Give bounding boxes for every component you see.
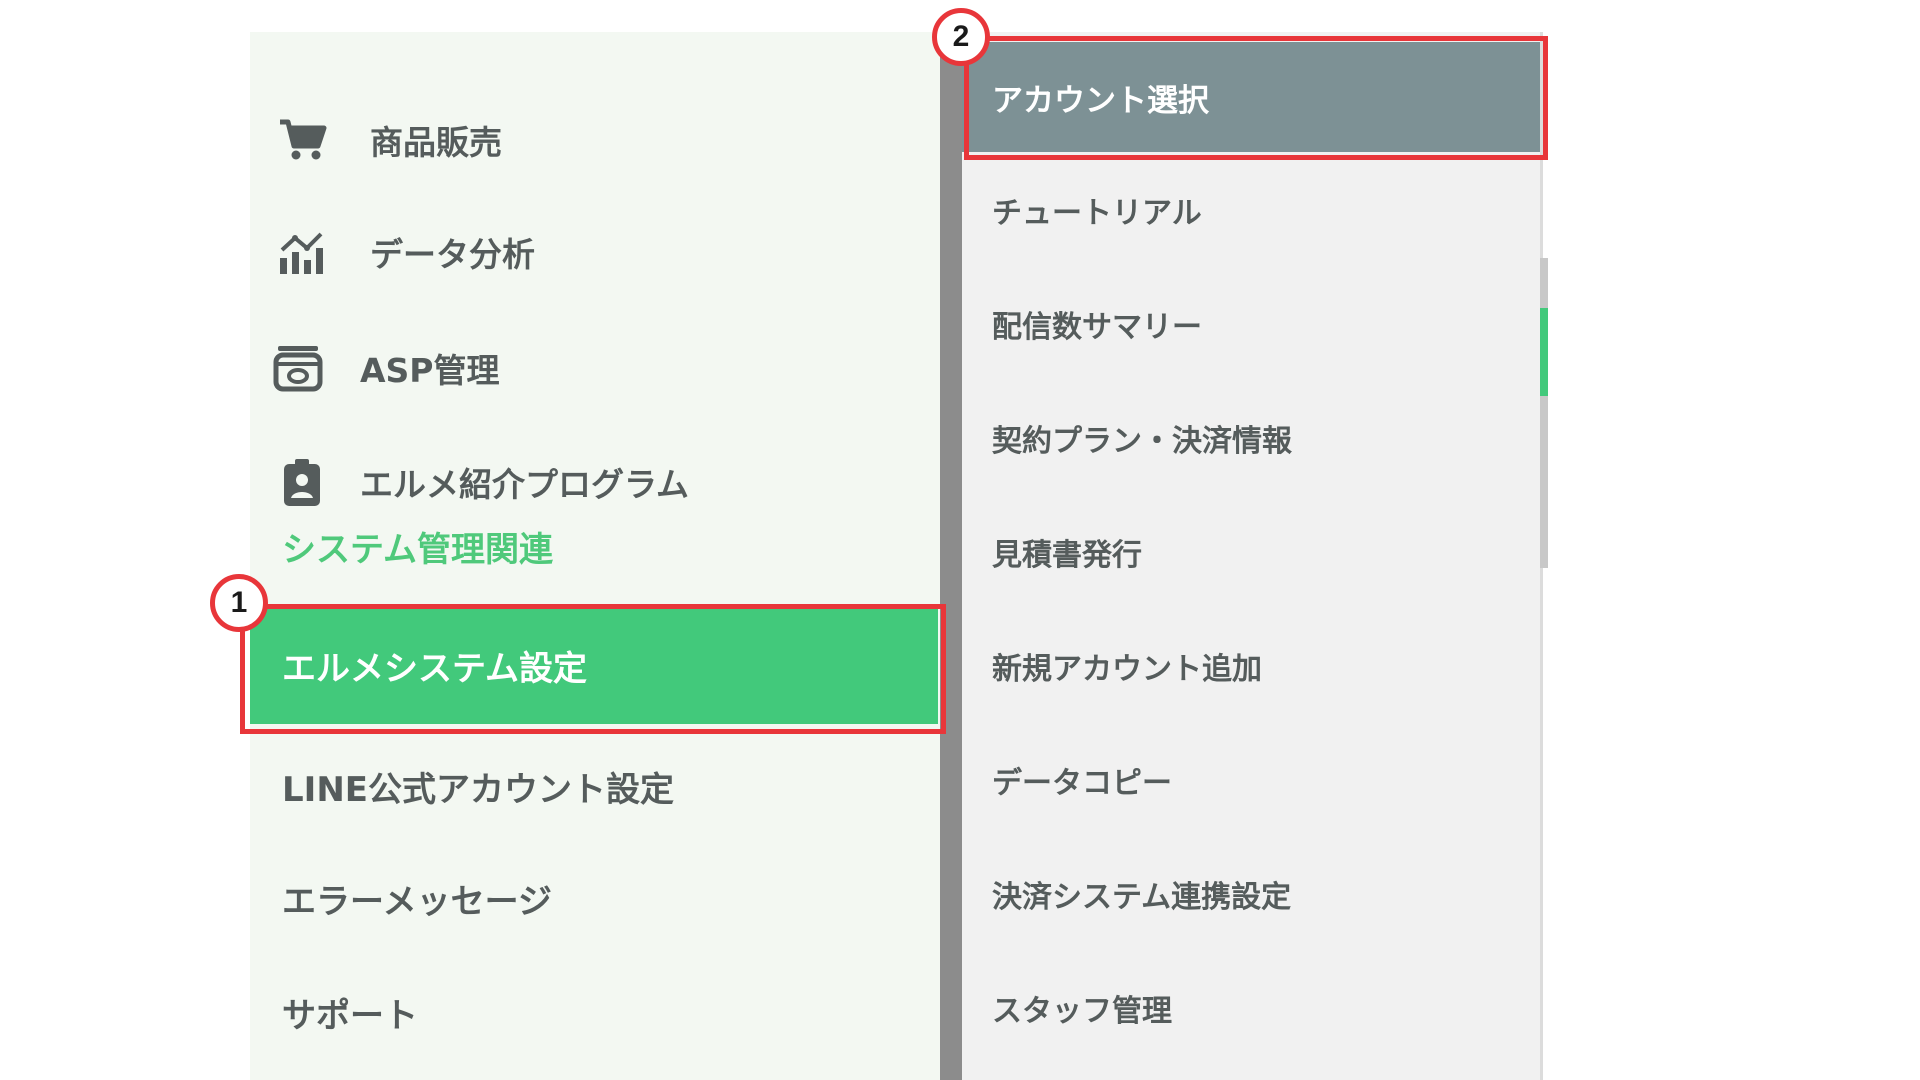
submenu-item-payment-integration[interactable]: 決済システム連携設定 [992, 854, 1291, 934]
section-label-system-management: システム管理関連 [282, 530, 553, 570]
submenu-item-add-account[interactable]: 新規アカウント追加 [992, 626, 1262, 706]
panel-divider [940, 32, 962, 1080]
badge-person-icon [274, 454, 330, 510]
submenu-item-staff-management[interactable]: スタッフ管理 [992, 968, 1172, 1048]
background-panel-accent [1540, 308, 1548, 396]
asp-box-icon [270, 340, 326, 396]
sidebar-item-referral-program[interactable]: エルメ紹介プログラム [274, 442, 689, 522]
sidebar-item-label: データ分析 [370, 235, 535, 274]
submenu-item-delivery-summary[interactable]: 配信数サマリー [992, 284, 1202, 364]
sidebar-item-product-sales[interactable]: 商品販売 [274, 100, 502, 180]
sidebar-item-label: 商品販売 [370, 123, 502, 162]
sidebar-item-error-messages[interactable]: エラーメッセージ [282, 858, 552, 938]
sidebar-item-label: ASP管理 [360, 351, 500, 390]
submenu-item-account-select[interactable]: アカウント選択 [962, 42, 1540, 152]
sidebar-item-label: エルメ紹介プログラム [360, 465, 690, 504]
submenu-item-tutorial[interactable]: チュートリアル [992, 170, 1202, 250]
sidebar: 商品販売 データ分析 ASP管理 エルメ紹介プログラム システム管理関連 エルメ… [250, 32, 940, 1080]
sidebar-item-support[interactable]: サポート [282, 972, 418, 1052]
sidebar-item-elme-system-settings[interactable]: エルメシステム設定 [250, 606, 938, 724]
analytics-chart-icon [274, 224, 330, 280]
sidebar-item-asp[interactable]: ASP管理 [270, 328, 500, 408]
submenu-item-quote-issue[interactable]: 見積書発行 [992, 512, 1142, 592]
sidebar-item-line-account-settings[interactable]: LINE公式アカウント設定 [282, 746, 674, 826]
sidebar-item-data-analysis[interactable]: データ分析 [274, 212, 535, 292]
cart-icon [274, 112, 330, 168]
background-panel-edge [1540, 258, 1548, 568]
settings-submenu: アカウント選択 チュートリアル 配信数サマリー 契約プラン・決済情報 見積書発行… [962, 32, 1543, 1080]
submenu-item-contract-plan[interactable]: 契約プラン・決済情報 [992, 398, 1292, 478]
annotation-badge-2: 2 [932, 8, 990, 66]
annotation-badge-1: 1 [210, 574, 268, 632]
submenu-item-data-copy[interactable]: データコピー [992, 740, 1172, 820]
